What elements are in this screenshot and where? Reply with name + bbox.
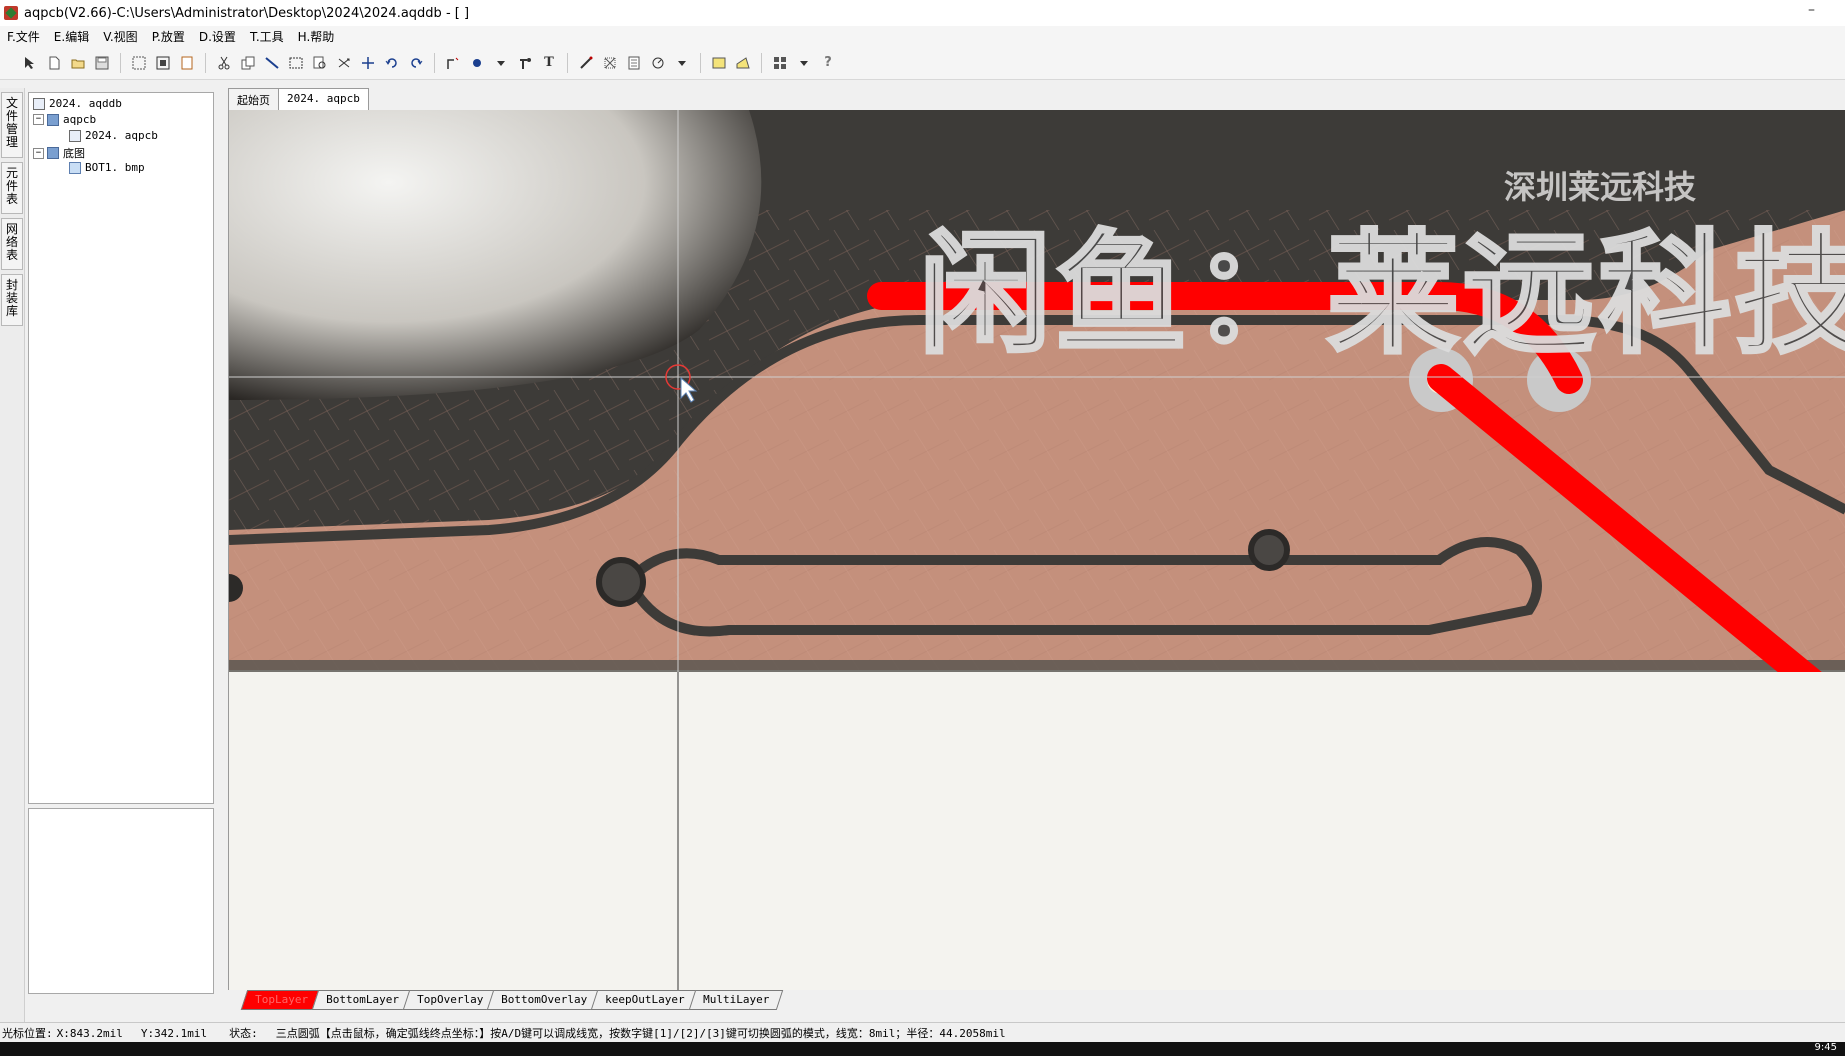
- cursor-x: X:843.2mil: [56, 1026, 123, 1040]
- taskbar: 9:45: [0, 1042, 1845, 1056]
- status-message: 三点圆弧【点击鼠标，确定弧线终点坐标：】按A/D键可以调成线宽，按数字键[1]/…: [275, 1027, 1006, 1040]
- side-tab-netlist[interactable]: 网络表: [1, 218, 23, 270]
- tree-item-underlay-folder[interactable]: − 底图: [33, 145, 85, 161]
- grid-icon[interactable]: [600, 53, 620, 73]
- new-icon[interactable]: [44, 53, 64, 73]
- rect-select-icon[interactable]: [286, 53, 306, 73]
- layer-tab-top[interactable]: TopLayer: [240, 990, 323, 1010]
- layer-tab-multi[interactable]: MultiLayer: [688, 990, 784, 1010]
- menu-file[interactable]: F.文件: [0, 28, 47, 45]
- via-icon[interactable]: [467, 53, 487, 73]
- window-title: aqpcb(V2.66)-C:\Users\Administrator\Desk…: [24, 5, 470, 21]
- zoom-area-icon[interactable]: [153, 53, 173, 73]
- project-tree: 2024. aqddb − aqpcb 2024. aqpcb − 底图 BOT…: [28, 92, 214, 804]
- tree-item-aqpcb-folder[interactable]: − aqpcb: [33, 113, 96, 126]
- collapse-icon[interactable]: −: [33, 147, 44, 159]
- tree-item-root[interactable]: 2024. aqddb: [33, 97, 122, 110]
- save-icon[interactable]: [92, 53, 112, 73]
- side-tab-footprints[interactable]: 封装库: [1, 274, 23, 326]
- pcb-file-icon: [69, 129, 81, 142]
- layer-tab-keepout[interactable]: keepOutLayer: [590, 990, 699, 1010]
- status-bar: 光标位置: X:843.2mil Y:342.1mil 状态: 三点圆弧【点击鼠…: [0, 1022, 1845, 1043]
- minimize-button[interactable]: –: [1808, 2, 1815, 18]
- database-file-icon: [33, 97, 45, 110]
- tree-item-label: 底图: [63, 147, 85, 160]
- toolbar: T ?: [0, 46, 1845, 80]
- folder-icon: [47, 147, 59, 159]
- empty-area: [229, 672, 1845, 990]
- state-label: 状态:: [229, 1027, 258, 1040]
- fill-icon[interactable]: [709, 53, 729, 73]
- properties-panel: [28, 808, 214, 994]
- cursor-y: Y:342.1mil: [140, 1026, 208, 1040]
- menu-edit[interactable]: E.编辑: [47, 28, 96, 45]
- via-hole: [1248, 529, 1290, 571]
- tree-item-pcb-file[interactable]: 2024. aqpcb: [69, 129, 158, 142]
- dropdown-icon[interactable]: [794, 53, 814, 73]
- undo-icon[interactable]: [382, 53, 402, 73]
- collapse-icon[interactable]: −: [33, 114, 44, 125]
- layer-tabs: TopLayer BottomLayer TopOverlay BottomOv…: [240, 990, 784, 1010]
- menu-view[interactable]: V.视图: [96, 28, 144, 45]
- cross-icon[interactable]: [358, 53, 378, 73]
- tab-pcb-document[interactable]: 2024. aqpcb: [278, 88, 369, 110]
- cursor-label: 光标位置:: [2, 1027, 53, 1040]
- arc-icon[interactable]: [648, 53, 668, 73]
- pad-icon[interactable]: [515, 53, 535, 73]
- side-tab-strip: 文件管理 元件表 网络表 封装库: [0, 88, 25, 1028]
- menu-help[interactable]: H.帮助: [291, 28, 342, 45]
- toolbar-separator: [567, 52, 568, 73]
- tree-item-label: aqpcb: [63, 113, 97, 126]
- toolbar-separator: [205, 52, 206, 73]
- via-hole: [596, 557, 646, 607]
- menu-place[interactable]: P.放置: [145, 28, 192, 45]
- zoom-fit-icon[interactable]: [129, 53, 149, 73]
- dropdown-icon[interactable]: [672, 53, 692, 73]
- tree-item-bmp-file[interactable]: BOT1. bmp: [69, 161, 145, 174]
- menu-settings[interactable]: D.设置: [192, 28, 243, 45]
- side-tab-file-manager[interactable]: 文件管理: [1, 92, 23, 158]
- folder-icon: [47, 113, 59, 126]
- line-icon[interactable]: [262, 53, 282, 73]
- redo-icon[interactable]: [406, 53, 426, 73]
- copy-icon[interactable]: [238, 53, 258, 73]
- zoom-window-icon[interactable]: [177, 53, 197, 73]
- taskbar-clock: 9:45: [1814, 1042, 1837, 1053]
- side-tab-components[interactable]: 元件表: [1, 162, 23, 214]
- toolbar-separator: [761, 52, 762, 73]
- board-edge: [229, 660, 1845, 674]
- title-bar: aqpcb(V2.66)-C:\Users\Administrator\Desk…: [0, 0, 1845, 26]
- move-icon[interactable]: [334, 53, 354, 73]
- find-icon[interactable]: [310, 53, 330, 73]
- text-icon[interactable]: T: [539, 53, 559, 73]
- toolbar-separator: [700, 52, 701, 73]
- polygon-icon[interactable]: [733, 53, 753, 73]
- select-icon[interactable]: [20, 53, 40, 73]
- image-file-icon: [69, 161, 81, 174]
- toolbar-separator: [120, 52, 121, 73]
- array-icon[interactable]: [770, 53, 790, 73]
- layer-tab-bottom-overlay[interactable]: BottomOverlay: [486, 990, 602, 1010]
- tab-start-page[interactable]: 起始页: [228, 88, 279, 110]
- wire-icon[interactable]: [443, 53, 463, 73]
- menu-tools[interactable]: T.工具: [243, 28, 291, 45]
- help-icon[interactable]: ?: [818, 53, 838, 73]
- tree-item-label: 2024. aqpcb: [85, 129, 158, 142]
- app-logo-icon: [4, 6, 18, 20]
- ruler-icon[interactable]: [576, 53, 596, 73]
- tree-item-label: BOT1. bmp: [85, 161, 145, 174]
- layer-icon[interactable]: [624, 53, 644, 73]
- menu-bar: F.文件 E.编辑 V.视图 P.放置 D.设置 T.工具 H.帮助: [0, 26, 1845, 46]
- watermark-big: 闲鱼：莱远科技: [917, 216, 1845, 374]
- cut-icon[interactable]: [214, 53, 234, 73]
- open-icon[interactable]: [68, 53, 88, 73]
- tree-item-label: 2024. aqddb: [49, 97, 122, 110]
- layer-tab-bottom[interactable]: BottomLayer: [311, 990, 414, 1010]
- pcb-canvas[interactable]: 深圳莱远科技 闲鱼：莱远科技: [228, 110, 1845, 990]
- toolbar-separator: [434, 52, 435, 73]
- document-tabs: 起始页 2024. aqpcb: [228, 88, 369, 110]
- layer-tab-top-overlay[interactable]: TopOverlay: [402, 990, 498, 1010]
- dropdown-icon[interactable]: [491, 53, 511, 73]
